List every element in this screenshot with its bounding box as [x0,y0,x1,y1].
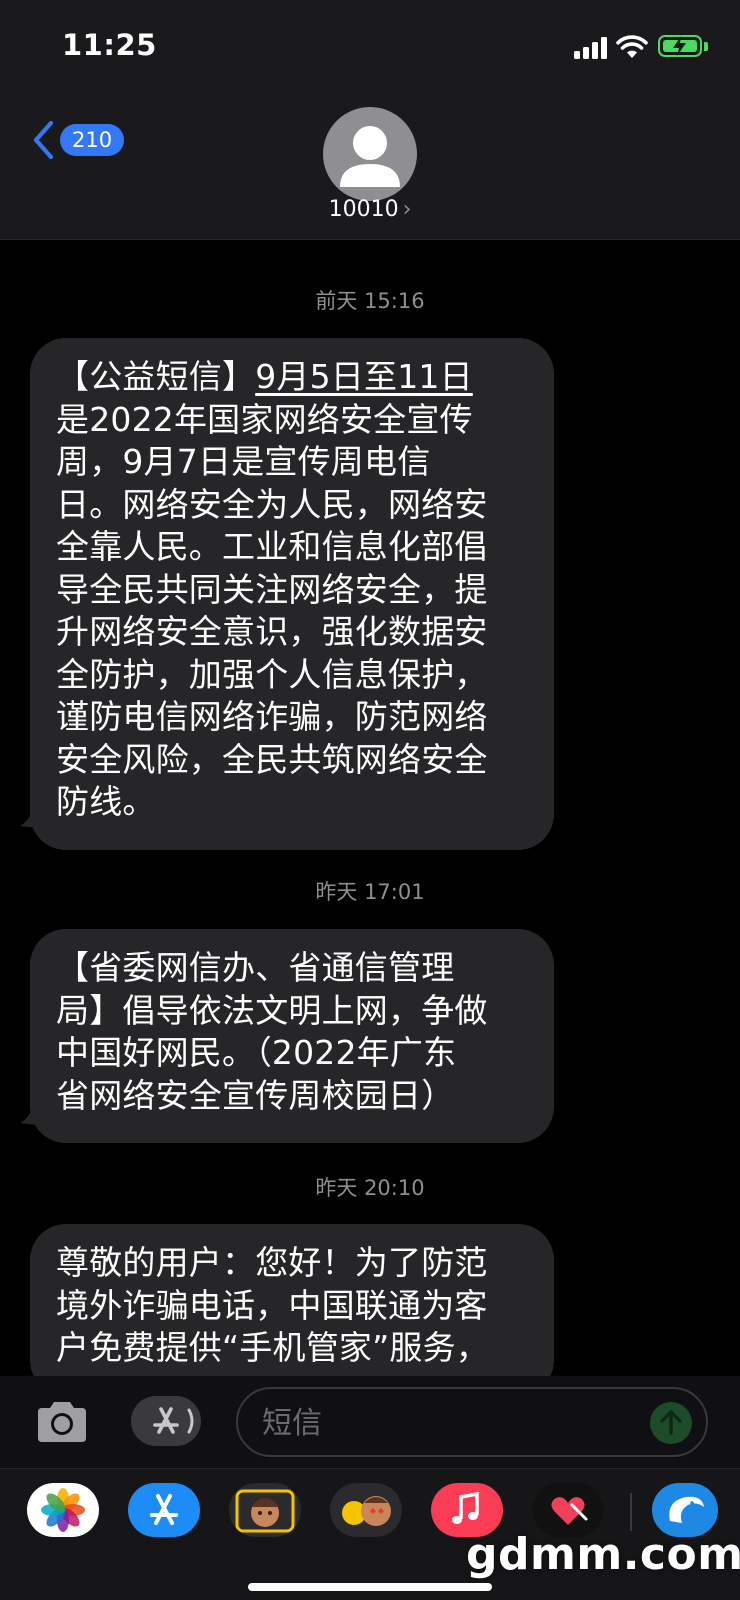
app-store-app-button[interactable] [128,1483,200,1537]
contact-name-button[interactable]: 10010 › [0,197,740,222]
message-line: 升网络安全意识，强化数据安 [56,612,488,651]
message-timestamp: 昨天 17:01 [315,880,425,904]
status-bar: 11:25 [0,0,740,90]
message-line: 周，9月7日是宣传周电信 [56,442,431,481]
message-line: 【省委网信办、省通信管理 [56,948,455,987]
status-time: 11:25 [62,28,157,62]
message-line: 【公益短信】9月5日至11日 [56,357,473,396]
cellular-signal-icon [574,37,608,59]
wifi-icon [616,35,648,58]
memoji-icon [235,1489,295,1533]
message-line: 全防护，加强个人信息保护， [56,654,488,694]
message-bubble[interactable]: 【省委网信办、省通信管理 局】倡导依法文明上网，争做 中国好网民。（2022年广… [30,929,554,1143]
message-line: 全靠人民。工业和信息化部倡 [56,527,488,566]
photos-icon [41,1488,85,1532]
message-line: 局】倡导依法文明上网，争做 [56,990,488,1030]
message-line: 防线。 [56,782,156,821]
compose-bar [0,1376,740,1468]
battery-cap [704,42,708,51]
memoji-app-button[interactable] [229,1483,301,1537]
bubble-tail [20,798,50,828]
camera-icon[interactable] [34,1400,90,1444]
message-line: 省网络安全宣传周校园日） [56,1075,455,1115]
unread-count-badge: 210 [60,124,125,156]
message-input[interactable] [262,1401,632,1445]
message-line: 日。网络安全为人民，网络安 [56,484,488,524]
back-button[interactable]: 210 [32,120,125,160]
message-line: 尊敬的用户：您好！为了防范 [56,1243,488,1282]
photos-app-button[interactable] [27,1483,99,1537]
contact-name: 10010 [328,197,399,222]
conversation-header: 210 10010 › [0,90,740,240]
person-icon [340,126,400,187]
message-line: 境外诈骗电话，中国联通为客 [56,1285,488,1325]
contact-avatar[interactable] [323,107,417,201]
imessage-app-drawer: gdmm.com [0,1468,740,1600]
animoji-icon [342,1496,391,1526]
message-line: 是2022年国家网络安全宣传 [56,399,473,439]
arrow-up-icon [660,1410,682,1435]
home-indicator[interactable] [248,1583,492,1591]
message-bubble[interactable]: 【公益短信】9月5日至11日 是2022年国家网络安全宣传 周，9月7日是宣传周… [30,338,554,850]
bubble-tail [20,1095,50,1125]
app-store-icon [150,1494,178,1525]
message-line: 安全风险，全民共筑网络安全 [56,739,488,779]
app-store-button[interactable] [131,1396,201,1446]
watermark: gdmm.com [466,1529,740,1580]
message-timestamp: 昨天 20:10 [315,1176,425,1200]
date-link[interactable]: 9月5日至11日 [255,357,473,396]
message-bubble[interactable]: 尊敬的用户：您好！为了防范 境外诈骗电话，中国联通为客 户免费提供“手机管家”服… [30,1224,554,1376]
drawer-divider [630,1493,632,1531]
app-store-icon [153,1407,194,1434]
animoji-app-button[interactable] [330,1483,402,1537]
message-line: 导全民共同关注网络安全，提 [56,569,488,609]
message-line: 中国好网民。（2022年广东 [56,1033,457,1072]
message-list[interactable]: 前天 15:16 【公益短信】9月5日至11日 是2022年国家网络安全宣传 周… [0,240,740,1376]
message-line: 谨防电信网络诈骗，防范网络 [56,697,488,736]
message-input-field[interactable] [236,1387,708,1457]
charging-bolt-icon [673,36,686,56]
chevron-left-icon [33,120,54,160]
message-line: 户免费提供“手机管家”服务， [56,1328,489,1367]
chevron-right-icon: › [402,197,412,222]
send-button[interactable] [650,1402,692,1444]
message-timestamp: 前天 15:16 [315,289,425,313]
